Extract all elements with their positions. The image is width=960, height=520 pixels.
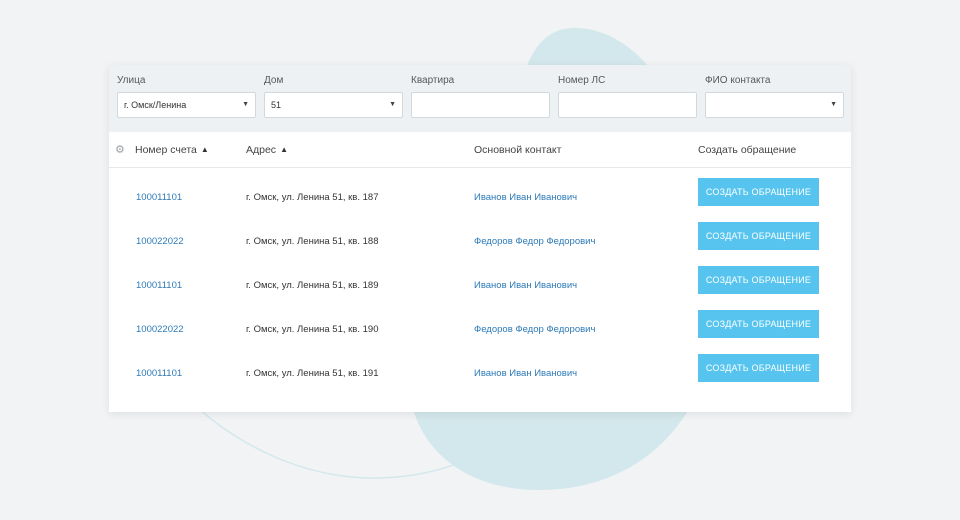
account-number-link[interactable]: 100011101 [136, 192, 182, 203]
chevron-up-icon: ▲ [280, 145, 288, 154]
address-cell: г. Омск, ул. Ленина 51, кв. 191 [246, 368, 379, 379]
create-request-button[interactable]: СОЗДАТЬ ОБРАЩЕНИЕ [698, 222, 819, 250]
caret-down-icon: ▼ [389, 101, 396, 108]
table-row: 100022022 г. Омск, ул. Ленина 51, кв. 18… [109, 222, 851, 266]
column-header-action: Создать обращение [698, 144, 797, 156]
street-select-value: г. Омск/Ленина [124, 100, 187, 110]
address-cell: г. Омск, ул. Ленина 51, кв. 187 [246, 192, 379, 203]
contact-link[interactable]: Федоров Федор Федорович [474, 324, 595, 335]
contact-select[interactable]: ▼ [705, 92, 844, 118]
filter-house-label: Дом [264, 75, 284, 86]
table-row: 100011101 г. Омск, ул. Ленина 51, кв. 18… [109, 266, 851, 310]
caret-down-icon: ▼ [242, 101, 249, 108]
account-number-link[interactable]: 100022022 [136, 236, 184, 247]
contact-link[interactable]: Иванов Иван Иванович [474, 368, 577, 379]
column-header-account-label: Номер счета [135, 144, 197, 156]
house-select[interactable]: 51 ▼ [264, 92, 403, 118]
account-number-link[interactable]: 100022022 [136, 324, 184, 335]
filter-street-label: Улица [117, 75, 146, 86]
account-number-input[interactable] [558, 92, 697, 118]
apartment-input[interactable] [411, 92, 550, 118]
create-request-button[interactable]: СОЗДАТЬ ОБРАЩЕНИЕ [698, 354, 819, 382]
create-request-button[interactable]: СОЗДАТЬ ОБРАЩЕНИЕ [698, 310, 819, 338]
table-row: 100011101 г. Омск, ул. Ленина 51, кв. 18… [109, 178, 851, 222]
filter-account-label: Номер ЛС [558, 75, 606, 86]
caret-down-icon: ▼ [830, 101, 837, 108]
contact-link[interactable]: Иванов Иван Иванович [474, 192, 577, 203]
filter-apartment-label: Квартира [411, 75, 455, 86]
create-request-button[interactable]: СОЗДАТЬ ОБРАЩЕНИЕ [698, 178, 819, 206]
accounts-panel: Улица г. Омск/Ленина ▼ Дом 51 ▼ Квартира… [109, 65, 851, 412]
table-row: 100022022 г. Омск, ул. Ленина 51, кв. 19… [109, 310, 851, 354]
account-number-link[interactable]: 100011101 [136, 368, 182, 379]
address-cell: г. Омск, ул. Ленина 51, кв. 190 [246, 324, 379, 335]
account-number-link[interactable]: 100011101 [136, 280, 182, 291]
house-select-value: 51 [271, 100, 282, 110]
filter-contact-label: ФИО контакта [705, 75, 771, 86]
column-header-address-label: Адрес [246, 144, 277, 156]
chevron-up-icon: ▲ [200, 145, 209, 154]
column-header-account[interactable]: Номер счета ▲ [135, 144, 209, 156]
create-request-button[interactable]: СОЗДАТЬ ОБРАЩЕНИЕ [698, 266, 819, 294]
address-cell: г. Омск, ул. Ленина 51, кв. 189 [246, 280, 379, 291]
column-header-address[interactable]: Адрес ▲ [246, 144, 288, 156]
contact-link[interactable]: Федоров Федор Федорович [474, 236, 595, 247]
address-cell: г. Омск, ул. Ленина 51, кв. 188 [246, 236, 379, 247]
contact-link[interactable]: Иванов Иван Иванович [474, 280, 577, 291]
table-header: ⚙ Номер счета ▲ Адрес ▲ Основной контакт С… [109, 132, 851, 168]
gear-icon[interactable]: ⚙ [115, 143, 125, 156]
filter-bar: Улица г. Омск/Ленина ▼ Дом 51 ▼ Квартира… [109, 65, 851, 132]
column-header-contact: Основной контакт [474, 144, 562, 156]
street-select[interactable]: г. Омск/Ленина ▼ [117, 92, 256, 118]
table-row: 100011101 г. Омск, ул. Ленина 51, кв. 19… [109, 354, 851, 398]
